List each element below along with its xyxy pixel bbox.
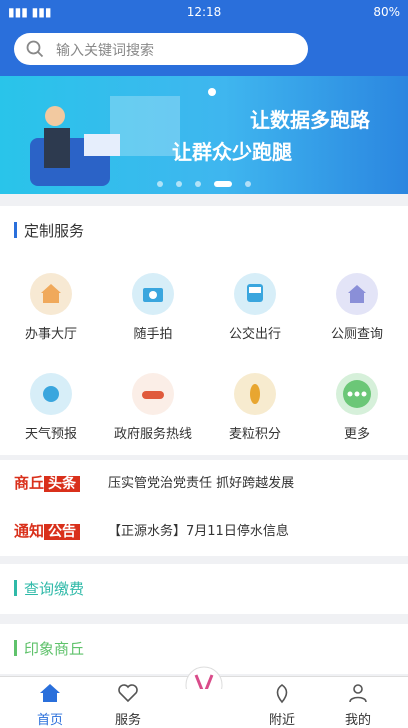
service-label: 政府服务热线 bbox=[113, 427, 192, 442]
service-snapshot[interactable]: 随手拍 bbox=[102, 255, 204, 351]
section-bar bbox=[14, 580, 17, 596]
section-title: 查询缴费 bbox=[24, 580, 85, 598]
tab-mine[interactable]: 我的 bbox=[318, 681, 398, 728]
search-icon bbox=[26, 40, 44, 58]
more-icon bbox=[336, 373, 378, 415]
service-label: 办事大厅 bbox=[24, 327, 77, 342]
user-icon bbox=[349, 684, 367, 703]
service-toilet[interactable]: 公厕查询 bbox=[306, 255, 408, 351]
bottom-nav: 首页 服务 附近 我的 bbox=[0, 666, 408, 728]
section-bar bbox=[14, 640, 17, 656]
carousel-dot[interactable] bbox=[175, 181, 182, 187]
camera-icon bbox=[132, 273, 174, 315]
tab-center-logo[interactable] bbox=[164, 665, 244, 704]
banner[interactable]: 让数据多跑路 让群众少跑腿 bbox=[0, 76, 408, 194]
service-label: 公厕查询 bbox=[330, 327, 383, 342]
tab-nearby[interactable]: 附近 bbox=[242, 681, 322, 728]
notice-item[interactable]: 【正源水务】7月11日停水信息 bbox=[108, 520, 289, 539]
carousel-dot-active[interactable] bbox=[214, 181, 233, 187]
carousel-dot[interactable] bbox=[195, 181, 201, 187]
notice-tag: 通知 公告 bbox=[14, 520, 81, 541]
news-panel: 商丘 头条 压实管党治党责任 抓好跨越发展 通知 公告 【正源水务】7月11日停水信… bbox=[0, 460, 408, 556]
service-label: 麦粒积分 bbox=[228, 427, 281, 442]
service-points[interactable]: 麦粒积分 bbox=[204, 355, 306, 451]
tab-label: 首页 bbox=[36, 713, 63, 728]
search-placeholder: 输入关键词搜索 bbox=[56, 43, 154, 59]
search-input[interactable]: 输入关键词搜索 bbox=[14, 33, 308, 65]
section-custom-services: 定制服务 bbox=[0, 206, 408, 256]
service-label: 更多 bbox=[343, 427, 370, 442]
search-header: 输入关键词搜索 bbox=[0, 26, 408, 76]
banner-line2: 让群众少跑腿 bbox=[172, 140, 292, 164]
service-label: 随手拍 bbox=[133, 327, 173, 342]
service-bus[interactable]: 公交出行 bbox=[204, 255, 306, 351]
service-label: 天气预报 bbox=[24, 427, 77, 442]
tab-label: 我的 bbox=[344, 713, 371, 728]
service-hotline[interactable]: 政府服务热线 bbox=[102, 355, 204, 451]
headline-tag: 商丘 头条 bbox=[14, 472, 81, 493]
heart-icon bbox=[118, 684, 138, 703]
home-icon bbox=[40, 684, 60, 702]
carousel-dots[interactable] bbox=[0, 172, 408, 191]
section-title: 定制服务 bbox=[24, 222, 85, 240]
location-pin-icon bbox=[276, 684, 288, 704]
banner-line1: 让数据多跑路 bbox=[250, 108, 370, 132]
tab-service[interactable]: 服务 bbox=[88, 681, 168, 728]
section-bar bbox=[14, 222, 17, 238]
section-query[interactable]: 查询缴费 bbox=[0, 564, 408, 614]
weather-icon bbox=[30, 373, 72, 415]
carousel-dot[interactable] bbox=[156, 181, 163, 187]
tab-home[interactable]: 首页 bbox=[10, 681, 90, 728]
battery-indicator: 80% bbox=[373, 5, 400, 19]
service-weather[interactable]: 天气预报 bbox=[0, 355, 102, 451]
carousel-dot[interactable] bbox=[245, 181, 252, 187]
toilet-icon bbox=[336, 273, 378, 315]
tab-label: 服务 bbox=[114, 713, 141, 728]
tab-label: 附近 bbox=[268, 713, 295, 728]
service-label: 公交出行 bbox=[228, 327, 281, 342]
service-more[interactable]: 更多 bbox=[306, 355, 408, 451]
wheat-icon bbox=[234, 373, 276, 415]
status-bar: ▮▮▮ ▮▮▮ 12:18 80% bbox=[0, 0, 408, 26]
headline-item[interactable]: 压实管党治党责任 抓好跨越发展 bbox=[108, 472, 294, 491]
service-office-hall[interactable]: 办事大厅 bbox=[0, 255, 102, 351]
services-grid: 办事大厅 随手拍 公交出行 公厕查询 天气预报 政府服务热线 麦粒积分 更多 bbox=[0, 255, 408, 455]
section-title: 印象商丘 bbox=[24, 640, 85, 658]
hotline-icon bbox=[132, 373, 174, 415]
logo-icon bbox=[185, 666, 223, 704]
bus-icon bbox=[234, 273, 276, 315]
hall-icon bbox=[30, 273, 72, 315]
clock: 12:18 bbox=[186, 5, 222, 19]
